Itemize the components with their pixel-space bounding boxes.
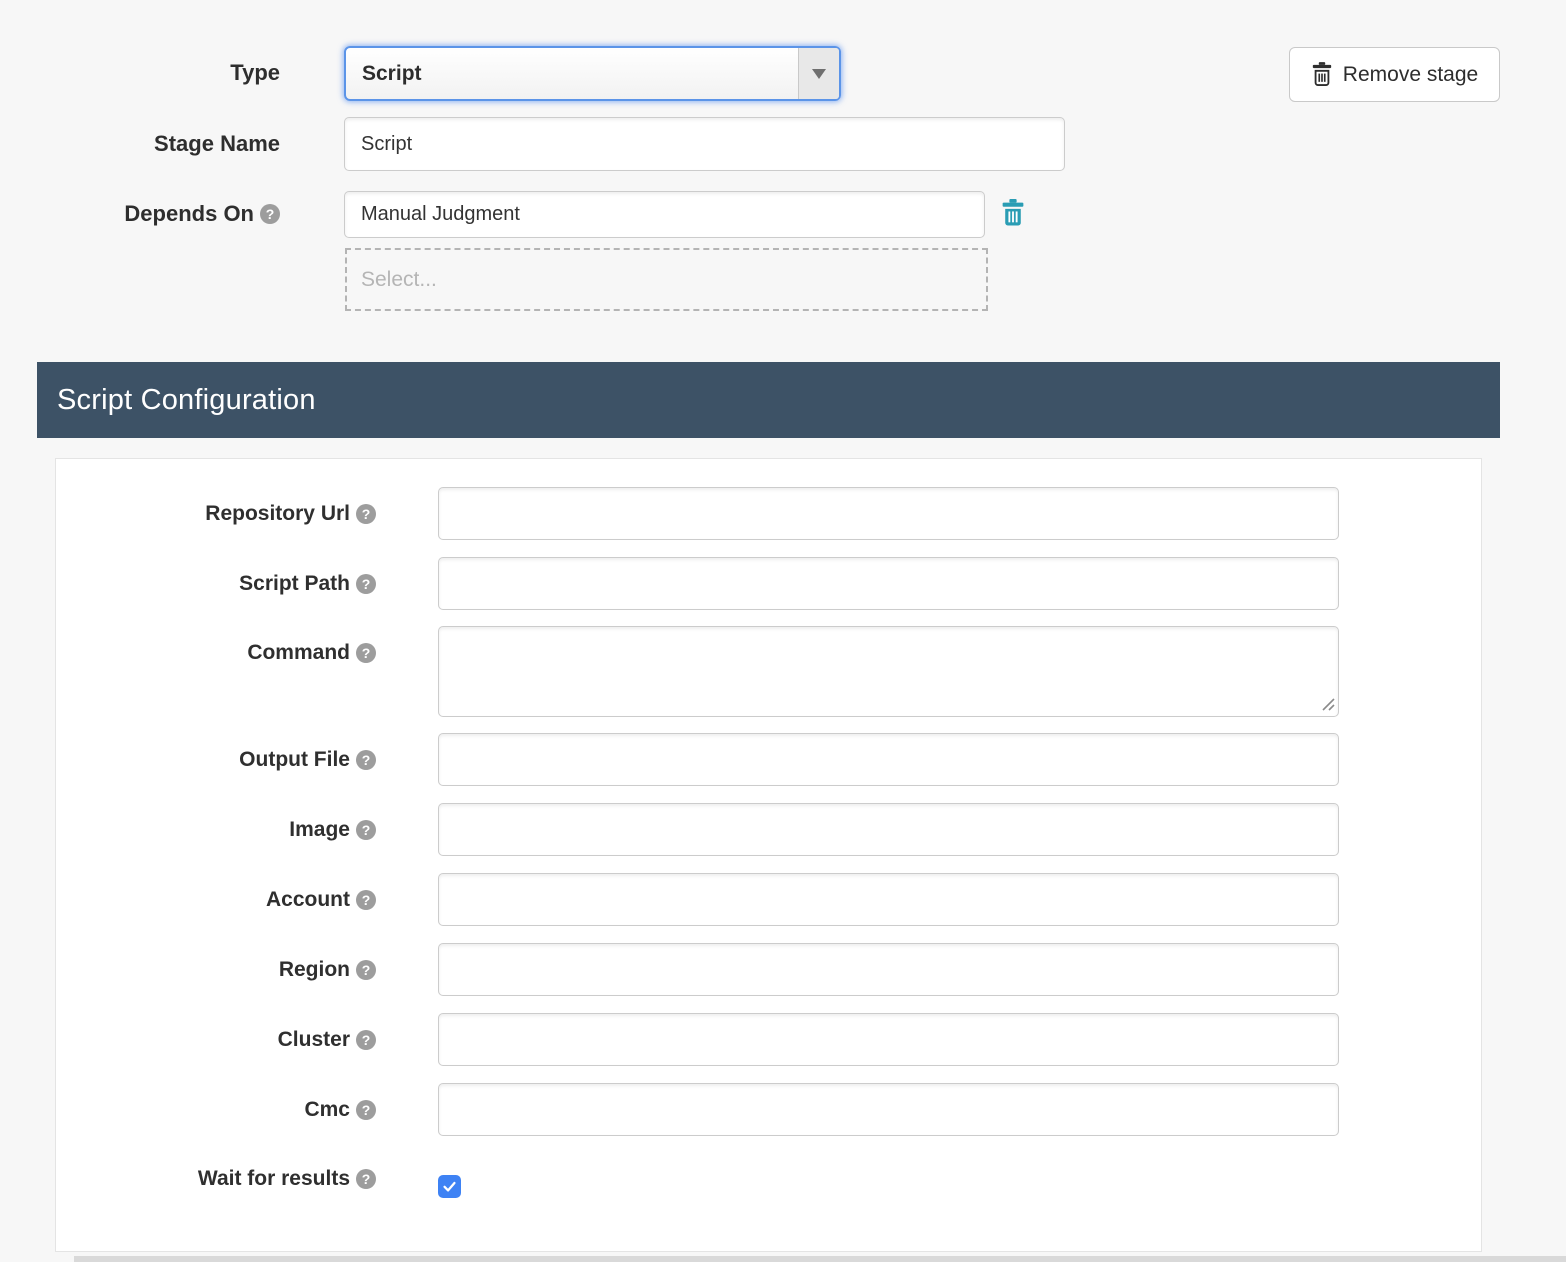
cluster-label: Cluster ? (56, 1013, 376, 1066)
help-icon[interactable]: ? (260, 204, 280, 224)
form-row-script-path: Script Path ? (56, 557, 1481, 610)
stage-type-select[interactable]: Script (344, 46, 841, 101)
cluster-input[interactable] (438, 1013, 1339, 1066)
script-path-label-text: Script Path (239, 572, 350, 596)
help-icon[interactable]: ? (356, 960, 376, 980)
trash-icon (1311, 62, 1333, 87)
wait-for-results-label: Wait for results ? (56, 1164, 376, 1194)
form-row-command: Command ? (56, 626, 1481, 717)
type-label: Type (0, 58, 280, 88)
form-row-repository-url: Repository Url ? (56, 487, 1481, 540)
output-file-label-text: Output File (239, 748, 350, 772)
help-icon[interactable]: ? (356, 643, 376, 663)
depends-on-label: Depends On ? (0, 199, 280, 229)
stage-name-input[interactable] (344, 117, 1065, 171)
output-file-input[interactable] (438, 733, 1339, 786)
account-input[interactable] (438, 873, 1339, 926)
cmc-label: Cmc ? (56, 1083, 376, 1136)
check-icon (441, 1178, 458, 1195)
remove-stage-label: Remove stage (1343, 63, 1478, 87)
stage-name-label: Stage Name (0, 129, 280, 159)
form-row-region: Region ? (56, 943, 1481, 996)
form-row-image: Image ? (56, 803, 1481, 856)
stage-name-label-text: Stage Name (154, 129, 280, 159)
help-icon[interactable]: ? (356, 504, 376, 524)
region-label: Region ? (56, 943, 376, 996)
wait-for-results-checkbox[interactable] (438, 1175, 461, 1198)
repository-url-label-text: Repository Url (205, 502, 350, 526)
script-path-label: Script Path ? (56, 557, 376, 610)
bottom-divider (74, 1256, 1566, 1262)
type-label-text: Type (230, 58, 280, 88)
stage-config-screen: Type Script Remove stage Stage Name Depe… (0, 0, 1566, 1262)
wait-for-results-label-text: Wait for results (198, 1167, 350, 1191)
help-icon[interactable]: ? (356, 1100, 376, 1120)
region-input[interactable] (438, 943, 1339, 996)
account-label-text: Account (266, 888, 350, 912)
help-icon[interactable]: ? (356, 890, 376, 910)
help-icon[interactable]: ? (356, 1030, 376, 1050)
script-config-panel: Repository Url ? Script Path ? Command ? (55, 458, 1482, 1252)
stage-type-selected-value: Script (362, 62, 422, 86)
depends-on-input[interactable] (344, 191, 985, 238)
depends-on-select-placeholder: Select... (361, 268, 437, 292)
form-row-account: Account ? (56, 873, 1481, 926)
help-icon[interactable]: ? (356, 750, 376, 770)
help-icon[interactable]: ? (356, 820, 376, 840)
command-textarea[interactable] (438, 626, 1339, 717)
remove-stage-button[interactable]: Remove stage (1289, 47, 1500, 102)
help-icon[interactable]: ? (356, 1169, 376, 1189)
image-label-text: Image (289, 818, 350, 842)
depends-on-add-select[interactable]: Select... (345, 248, 988, 311)
image-label: Image ? (56, 803, 376, 856)
repository-url-label: Repository Url ? (56, 487, 376, 540)
command-label: Command ? (56, 626, 376, 679)
remove-dependency-trash-icon[interactable] (1000, 199, 1026, 227)
command-label-text: Command (247, 641, 350, 665)
form-row-output-file: Output File ? (56, 733, 1481, 786)
form-row-cmc: Cmc ? (56, 1083, 1481, 1136)
script-path-input[interactable] (438, 557, 1339, 610)
account-label: Account ? (56, 873, 376, 926)
depends-on-label-text: Depends On (124, 199, 254, 229)
image-input[interactable] (438, 803, 1339, 856)
select-arrow-segment[interactable] (798, 48, 839, 99)
help-icon[interactable]: ? (356, 574, 376, 594)
section-header: Script Configuration (37, 362, 1500, 438)
form-row-cluster: Cluster ? (56, 1013, 1481, 1066)
output-file-label: Output File ? (56, 733, 376, 786)
form-row-wait-for-results: Wait for results ? (56, 1164, 1481, 1198)
section-title: Script Configuration (57, 384, 316, 417)
caret-down-icon (812, 69, 826, 79)
cluster-label-text: Cluster (278, 1028, 350, 1052)
repository-url-input[interactable] (438, 487, 1339, 540)
region-label-text: Region (279, 958, 350, 982)
cmc-label-text: Cmc (304, 1098, 350, 1122)
cmc-input[interactable] (438, 1083, 1339, 1136)
